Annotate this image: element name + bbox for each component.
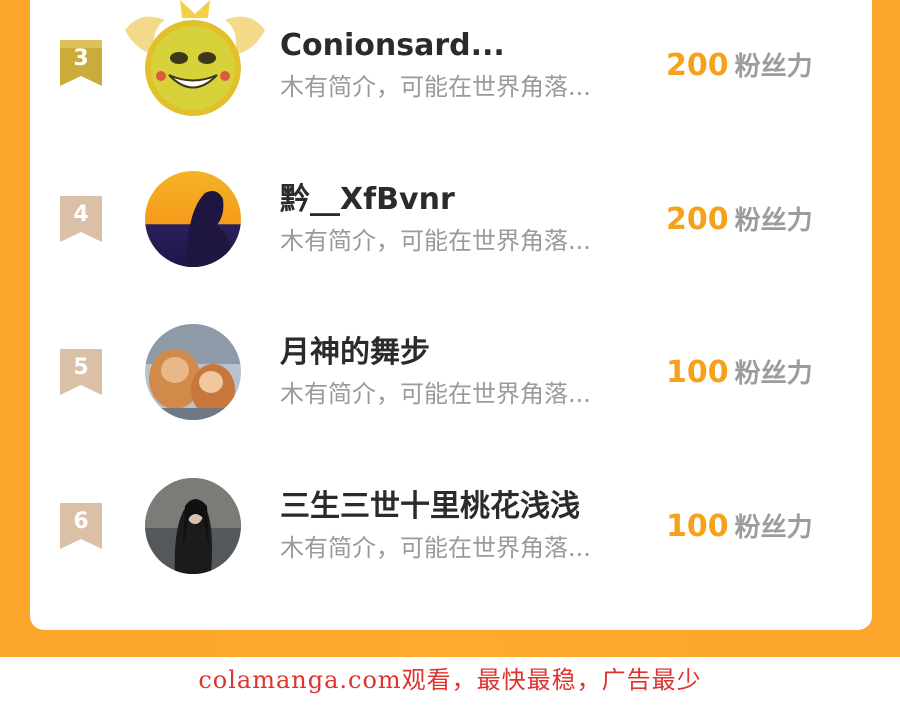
score-value: 200 (666, 202, 729, 237)
score-value: 200 (666, 48, 729, 83)
avatar[interactable] (145, 20, 241, 116)
score-unit: 粉丝力 (734, 206, 813, 236)
score-unit: 粉丝力 (734, 359, 813, 389)
user-name[interactable]: 黔__XfBvnr (280, 182, 455, 218)
rank-number: 6 (73, 509, 89, 534)
rank-ribbon-5: 5 (60, 349, 102, 395)
fan-score: 100 粉丝力 (666, 509, 813, 549)
fan-score: 100 粉丝力 (666, 355, 813, 395)
fan-ranking-screen: 3 Conionsard... 木有简介，可能在世界角落... 200 粉丝力 … (0, 0, 900, 720)
score-unit: 粉丝力 (734, 52, 813, 82)
footer-bar: colamanga.com观看，最快最稳，广告最少 (0, 657, 900, 720)
rank-ribbon-6: 6 (60, 503, 102, 549)
ranking-row-3[interactable]: 3 Conionsard... 木有简介，可能在世界角落... 200 粉丝力 (30, 0, 872, 150)
rank-number: 4 (73, 202, 89, 227)
fan-score: 200 粉丝力 (666, 48, 813, 88)
rank-number: 3 (73, 46, 89, 71)
score-value: 100 (666, 509, 729, 544)
ranking-row-6[interactable]: 6 三生三世十里桃花浅浅 木有简介，可能在世界角落... 100 粉丝力 (30, 457, 872, 607)
user-description: 木有简介，可能在世界角落... (280, 380, 591, 408)
score-unit: 粉丝力 (734, 513, 813, 543)
watermark-text: colamanga.com观看，最快最稳，广告最少 (198, 666, 702, 694)
avatar[interactable] (145, 171, 241, 267)
user-description: 木有简介，可能在世界角落... (280, 227, 591, 255)
rank-ribbon-4: 4 (60, 196, 102, 242)
user-name[interactable]: 月神的舞步 (280, 335, 430, 371)
user-description: 木有简介，可能在世界角落... (280, 73, 591, 101)
user-description: 木有简介，可能在世界角落... (280, 534, 591, 562)
user-name[interactable]: 三生三世十里桃花浅浅 (280, 489, 580, 525)
user-name[interactable]: Conionsard... (280, 28, 505, 64)
avatar[interactable] (145, 478, 241, 574)
ranking-row-5[interactable]: 5 月神的舞步 木有简介，可能在世界角落... 100 粉丝力 (30, 303, 872, 453)
rank-number: 5 (73, 355, 89, 380)
score-value: 100 (666, 355, 729, 390)
rank-ribbon-3: 3 (60, 40, 102, 86)
ranking-row-4[interactable]: 4 黔__XfBvnr 木有简介，可能在世界角落... 200 粉丝力 (30, 150, 872, 300)
ranking-card: 3 Conionsard... 木有简介，可能在世界角落... 200 粉丝力 … (30, 0, 872, 630)
fan-score: 200 粉丝力 (666, 202, 813, 242)
avatar[interactable] (145, 324, 241, 420)
